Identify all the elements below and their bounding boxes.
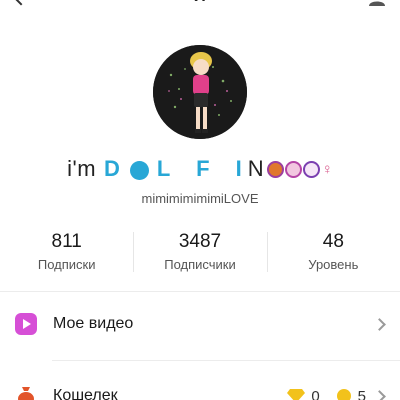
wallet-row[interactable]: Кошелек 0 5: [0, 372, 400, 400]
diamond-icon: [287, 389, 306, 400]
page-title: Я: [0, 0, 400, 8]
purple-emoji-icon: [302, 160, 320, 178]
chevron-right-icon: [373, 317, 386, 331]
name-styled: DL F I: [104, 156, 252, 181]
coin-icon: [336, 389, 351, 400]
stat-label: Подписчики: [164, 257, 236, 272]
play-video-icon: [15, 313, 37, 335]
username: mimimimimimiLOVE: [141, 191, 259, 206]
avatar-image: [153, 45, 247, 139]
stats-row: 811 Подписки 3487 Подписчики 48 Уровень: [0, 228, 400, 278]
chevron-right-icon: [373, 389, 386, 400]
my-videos-row[interactable]: Мое видео: [0, 300, 400, 348]
profile-name: i'm DL F I N ♀: [0, 151, 400, 187]
pumpkin-emoji-icon: [266, 160, 284, 178]
name-prefix: i'm: [67, 156, 97, 181]
stat-level[interactable]: 48 Уровень: [266, 228, 400, 278]
stat-value: 48: [322, 231, 344, 252]
stat-label: Уровень: [308, 257, 359, 272]
stat-value: 3487: [178, 231, 222, 252]
stat-value: 811: [51, 231, 82, 252]
wallet-label: Кошелек: [53, 387, 118, 400]
section-divider: [0, 291, 400, 292]
stat-label: Подписки: [37, 257, 96, 272]
diamond-count: 0: [311, 387, 320, 400]
person-icon[interactable]: [368, 0, 386, 6]
circle-o-icon: [129, 160, 149, 180]
name-suffix: N: [247, 156, 264, 181]
stat-following[interactable]: 811 Подписки: [0, 228, 133, 278]
money-bag-icon: [15, 385, 37, 400]
my-videos-label: Мое видео: [53, 315, 134, 332]
row-divider: [52, 360, 400, 361]
coin-count: 5: [357, 387, 366, 400]
top-bar: Я: [0, 0, 400, 14]
pink-emoji-icon: [284, 160, 302, 178]
female-symbol-icon: ♀: [321, 160, 333, 178]
wallet-balances: 0 5: [287, 388, 366, 400]
stat-followers[interactable]: 3487 Подписчики: [133, 228, 266, 278]
avatar[interactable]: [153, 45, 247, 139]
